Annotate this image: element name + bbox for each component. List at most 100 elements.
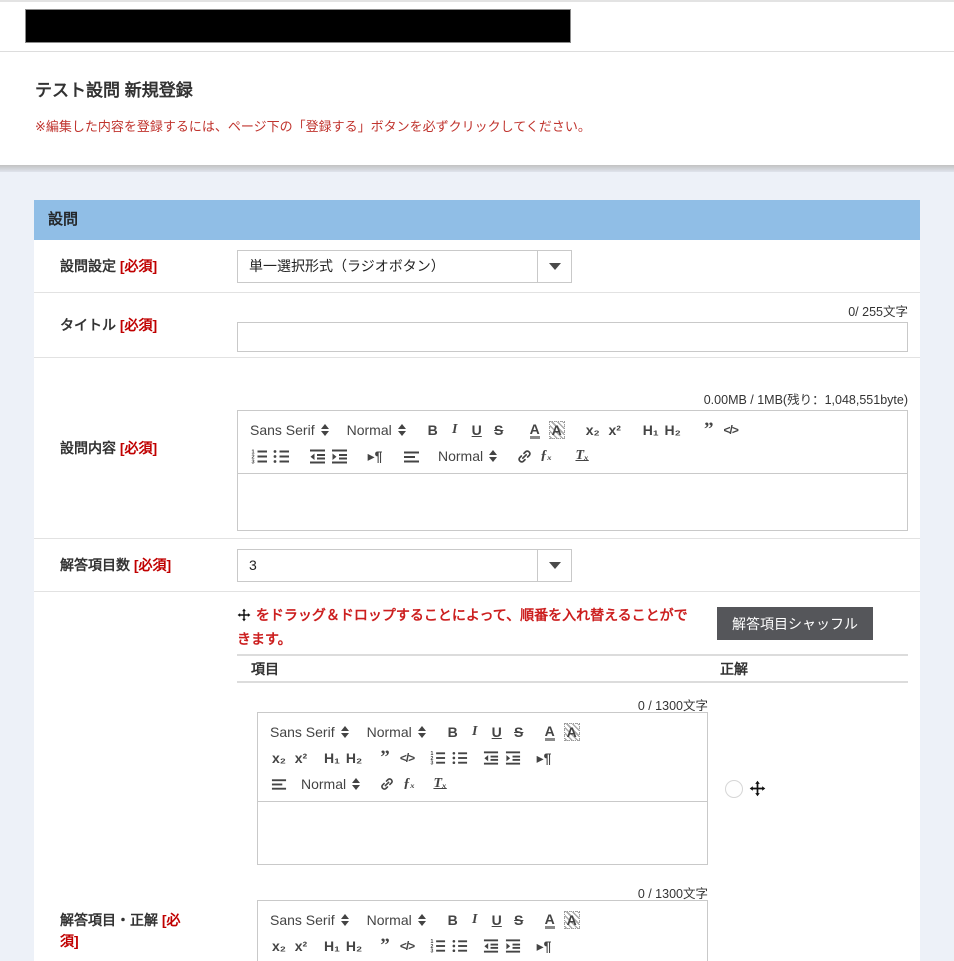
question-content-textarea[interactable] xyxy=(238,474,907,530)
outdent-icon[interactable] xyxy=(306,444,328,468)
chevron-down-icon xyxy=(549,263,561,270)
text-direction-icon[interactable]: ▸¶ xyxy=(533,934,555,958)
move-handle-icon[interactable] xyxy=(749,780,766,797)
background-color-icon[interactable]: A xyxy=(564,723,580,741)
updown-icon xyxy=(398,424,406,436)
indent-icon[interactable] xyxy=(328,444,350,468)
underline-icon[interactable]: U xyxy=(486,720,508,744)
bold-icon[interactable]: B xyxy=(422,418,444,442)
answer-count-select[interactable]: 3 xyxy=(237,549,572,582)
blockquote-icon[interactable]: ” xyxy=(374,934,396,958)
bullet-list-icon[interactable] xyxy=(270,444,292,468)
updown-icon xyxy=(321,424,329,436)
italic-icon[interactable]: I xyxy=(464,720,486,744)
size-picker[interactable]: Normal xyxy=(436,448,499,464)
header2-icon[interactable]: H₂ xyxy=(343,746,365,770)
formula-icon[interactable]: ƒₓ xyxy=(398,772,420,796)
text-color-icon[interactable]: A xyxy=(545,912,555,929)
panel-title: 設問 xyxy=(34,200,920,240)
code-block-icon[interactable]: </> xyxy=(396,746,418,770)
format-picker[interactable]: Normal xyxy=(345,422,408,438)
bold-icon[interactable]: B xyxy=(442,908,464,932)
underline-icon[interactable]: U xyxy=(466,418,488,442)
dropdown-arrow-button[interactable] xyxy=(537,550,571,581)
editor-toolbar: Sans Serif Normal B I U S xyxy=(238,411,907,474)
size-picker[interactable]: Normal xyxy=(299,776,362,792)
link-icon[interactable] xyxy=(513,444,535,468)
ordered-list-icon[interactable]: 123 xyxy=(248,444,270,468)
shuffle-answers-button[interactable]: 解答項目シャッフル xyxy=(717,607,873,640)
title-char-counter: 0/ 255文字 xyxy=(237,301,908,318)
underline-icon[interactable]: U xyxy=(486,908,508,932)
header2-icon[interactable]: H₂ xyxy=(343,934,365,958)
dropdown-arrow-button[interactable] xyxy=(537,251,571,282)
align-icon[interactable] xyxy=(400,444,422,468)
answer-item-row: Sans Serif Normal B I U S xyxy=(237,900,908,961)
format-picker[interactable]: Normal xyxy=(365,912,428,928)
bullet-list-icon[interactable] xyxy=(449,934,471,958)
font-picker[interactable]: Sans Serif xyxy=(248,422,331,438)
superscript-icon[interactable]: x² xyxy=(604,418,626,442)
strikethrough-icon[interactable]: S xyxy=(488,418,510,442)
row-question-type: 設問設定 [必須] 単一選択形式（ラジオボタン） xyxy=(34,240,920,293)
font-picker[interactable]: Sans Serif xyxy=(268,724,351,740)
header1-icon[interactable]: H₁ xyxy=(321,746,343,770)
column-item: 項目 xyxy=(237,659,720,679)
outdent-icon[interactable] xyxy=(480,934,502,958)
background-color-icon[interactable]: A xyxy=(564,911,580,929)
link-icon[interactable] xyxy=(376,772,398,796)
italic-icon[interactable]: I xyxy=(464,908,486,932)
ordered-list-icon[interactable]: 123 xyxy=(427,934,449,958)
code-block-icon[interactable]: </> xyxy=(396,934,418,958)
background-color-icon[interactable]: A xyxy=(549,421,565,439)
svg-text:3: 3 xyxy=(430,949,433,954)
header1-icon[interactable]: H₁ xyxy=(321,934,343,958)
correct-answer-radio[interactable] xyxy=(725,780,743,798)
superscript-icon[interactable]: x² xyxy=(290,934,312,958)
subscript-icon[interactable]: x₂ xyxy=(268,934,290,958)
page-warning-note: ※編集した内容を登録するには、ページ下の「登録する」ボタンを必ずクリックしてくだ… xyxy=(35,116,919,135)
title-input[interactable] xyxy=(237,322,908,352)
bullet-list-icon[interactable] xyxy=(449,746,471,770)
align-icon[interactable] xyxy=(268,772,290,796)
question-type-label: 設問設定 [必須] xyxy=(34,256,237,277)
answer1-editor: Sans Serif Normal B I U S xyxy=(257,712,708,865)
svg-text:3: 3 xyxy=(251,459,254,465)
header1-icon[interactable]: H₁ xyxy=(640,418,662,442)
text-color-icon[interactable]: A xyxy=(545,724,555,741)
question-type-select[interactable]: 単一選択形式（ラジオボタン） xyxy=(237,250,572,283)
answer1-textarea[interactable] xyxy=(258,802,707,864)
text-direction-icon[interactable]: ▸¶ xyxy=(364,444,386,468)
clean-format-icon[interactable]: Tₓ xyxy=(429,772,451,796)
formula-icon[interactable]: ƒₓ xyxy=(535,444,557,468)
subscript-icon[interactable]: x₂ xyxy=(582,418,604,442)
blockquote-icon[interactable]: ” xyxy=(374,746,396,770)
title-label: タイトル [必須] xyxy=(34,293,237,357)
text-color-icon[interactable]: A xyxy=(530,422,540,439)
editor-toolbar: Sans Serif Normal B I U S xyxy=(258,713,707,802)
section-divider xyxy=(0,165,954,172)
indent-icon[interactable] xyxy=(502,934,524,958)
bold-icon[interactable]: B xyxy=(442,720,464,744)
italic-icon[interactable]: I xyxy=(444,418,466,442)
blockquote-icon[interactable]: ” xyxy=(698,418,720,442)
ordered-list-icon[interactable]: 123 xyxy=(427,746,449,770)
strikethrough-icon[interactable]: S xyxy=(508,720,530,744)
clean-format-icon[interactable]: Tₓ xyxy=(571,444,593,468)
strikethrough-icon[interactable]: S xyxy=(508,908,530,932)
code-block-icon[interactable]: </> xyxy=(720,418,742,442)
format-picker[interactable]: Normal xyxy=(365,724,428,740)
answer2-editor: Sans Serif Normal B I U S xyxy=(257,900,708,961)
text-direction-icon[interactable]: ▸¶ xyxy=(533,746,555,770)
outdent-icon[interactable] xyxy=(480,746,502,770)
updown-icon xyxy=(341,726,349,738)
subscript-icon[interactable]: x₂ xyxy=(268,746,290,770)
redacted-logo-block xyxy=(25,9,571,43)
indent-icon[interactable] xyxy=(502,746,524,770)
page-title: テスト設問 新規登録 xyxy=(35,76,919,101)
updown-icon xyxy=(418,726,426,738)
answer-count-label: 解答項目数 [必須] xyxy=(34,555,237,576)
font-picker[interactable]: Sans Serif xyxy=(268,912,351,928)
header2-icon[interactable]: H₂ xyxy=(662,418,684,442)
superscript-icon[interactable]: x² xyxy=(290,746,312,770)
